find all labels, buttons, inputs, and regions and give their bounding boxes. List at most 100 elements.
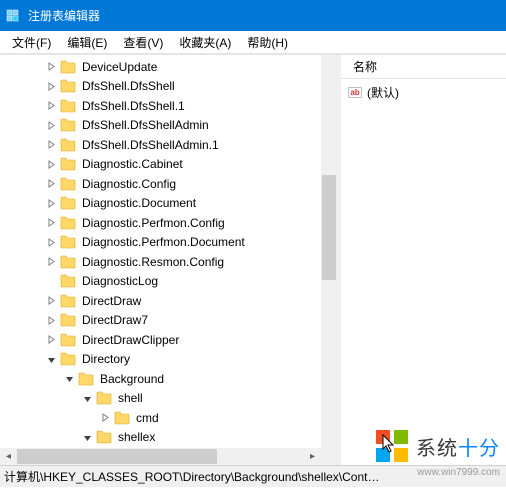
folder-icon bbox=[78, 372, 94, 386]
scroll-right-icon[interactable]: ▸ bbox=[304, 448, 321, 465]
status-path: 计算机\HKEY_CLASSES_ROOT\Directory\Backgrou… bbox=[4, 468, 379, 485]
tree-item-label: DeviceUpdate bbox=[80, 59, 159, 75]
tree-item[interactable]: Background bbox=[0, 369, 321, 389]
expand-icon[interactable] bbox=[44, 333, 58, 347]
list-item-default[interactable]: ab (默认) bbox=[347, 83, 500, 101]
expand-icon[interactable] bbox=[44, 157, 58, 171]
scrollbar-thumb[interactable] bbox=[322, 175, 336, 280]
tree-item[interactable]: DirectDraw bbox=[0, 291, 321, 311]
tree-item-label: DfsShell.DfsShellAdmin.1 bbox=[80, 137, 221, 153]
tree-item-label: Diagnostic.Perfmon.Document bbox=[80, 234, 247, 250]
expand-icon[interactable] bbox=[44, 79, 58, 93]
folder-icon bbox=[60, 313, 76, 327]
collapse-icon[interactable] bbox=[80, 430, 94, 444]
folder-icon bbox=[60, 352, 76, 366]
folder-icon bbox=[60, 235, 76, 249]
tree-item-label: shellex bbox=[116, 429, 157, 445]
tree-item-label: Diagnostic.Document bbox=[80, 195, 198, 211]
tree-item-label: DfsShell.DfsShell.1 bbox=[80, 98, 187, 114]
expand-icon[interactable] bbox=[44, 313, 58, 327]
list-pane: 名称 ab (默认) bbox=[341, 55, 506, 465]
value-name: (默认) bbox=[367, 84, 399, 101]
scrollbar-thumb-h[interactable] bbox=[17, 449, 217, 464]
tree-item-label: DfsShell.DfsShell bbox=[80, 78, 177, 94]
tree-item[interactable]: DfsShell.DfsShellAdmin bbox=[0, 116, 321, 136]
folder-icon bbox=[60, 255, 76, 269]
tree-item[interactable]: DfsShell.DfsShell.1 bbox=[0, 96, 321, 116]
tree-item-label: Diagnostic.Cabinet bbox=[80, 156, 185, 172]
expand-icon[interactable] bbox=[44, 294, 58, 308]
folder-icon bbox=[60, 157, 76, 171]
expand-icon[interactable] bbox=[44, 255, 58, 269]
expand-icon[interactable] bbox=[44, 177, 58, 191]
statusbar: 计算机\HKEY_CLASSES_ROOT\Directory\Backgrou… bbox=[0, 465, 506, 487]
tree-item[interactable]: Diagnostic.Config bbox=[0, 174, 321, 194]
folder-icon bbox=[60, 333, 76, 347]
expand-icon[interactable] bbox=[44, 60, 58, 74]
tree-item[interactable]: Diagnostic.Perfmon.Document bbox=[0, 233, 321, 253]
tree-item[interactable]: Diagnostic.Perfmon.Config bbox=[0, 213, 321, 233]
menubar: 文件(F) 编辑(E) 查看(V) 收藏夹(A) 帮助(H) bbox=[0, 31, 506, 54]
tree-item-label: DirectDraw bbox=[80, 293, 143, 309]
tree-item[interactable]: Diagnostic.Document bbox=[0, 194, 321, 214]
folder-icon bbox=[96, 391, 112, 405]
folder-icon bbox=[60, 196, 76, 210]
collapse-icon[interactable] bbox=[44, 352, 58, 366]
collapse-icon[interactable] bbox=[62, 372, 76, 386]
folder-icon bbox=[60, 118, 76, 132]
list-header[interactable]: 名称 bbox=[341, 55, 506, 79]
expand-icon[interactable] bbox=[44, 216, 58, 230]
folder-icon bbox=[60, 79, 76, 93]
tree-item-label: Directory bbox=[80, 351, 132, 367]
tree-item[interactable]: Diagnostic.Cabinet bbox=[0, 155, 321, 175]
menu-help[interactable]: 帮助(H) bbox=[239, 32, 296, 53]
folder-icon bbox=[60, 60, 76, 74]
expand-icon[interactable] bbox=[98, 411, 112, 425]
expand-icon[interactable] bbox=[44, 235, 58, 249]
tree-item[interactable]: Directory bbox=[0, 350, 321, 370]
expand-icon[interactable] bbox=[44, 118, 58, 132]
tree-pane: DeviceUpdate DfsShell.DfsShell DfsShell.Df… bbox=[0, 55, 337, 465]
tree-item[interactable]: DeviceUpdate bbox=[0, 57, 321, 77]
expand-icon[interactable] bbox=[44, 138, 58, 152]
collapse-icon[interactable] bbox=[80, 391, 94, 405]
window-title: 注册表编辑器 bbox=[28, 7, 100, 24]
tree-item[interactable]: DfsShell.DfsShell bbox=[0, 77, 321, 97]
folder-icon bbox=[60, 216, 76, 230]
tree-item-label: DfsShell.DfsShellAdmin bbox=[80, 117, 211, 133]
tree-horizontal-scrollbar[interactable]: ◂ ▸ bbox=[0, 448, 321, 465]
tree-item-label: Diagnostic.Config bbox=[80, 176, 178, 192]
content-area: DeviceUpdate DfsShell.DfsShell DfsShell.Df… bbox=[0, 54, 506, 465]
no-expand-icon bbox=[44, 274, 58, 288]
tree-item-label: DirectDraw7 bbox=[80, 312, 150, 328]
tree-item[interactable]: shell bbox=[0, 389, 321, 409]
menu-favorites[interactable]: 收藏夹(A) bbox=[171, 32, 239, 53]
tree-item-label: Background bbox=[98, 371, 166, 387]
expand-icon[interactable] bbox=[44, 99, 58, 113]
tree-item-label: cmd bbox=[134, 410, 161, 426]
column-name[interactable]: 名称 bbox=[347, 56, 383, 77]
tree-item-label: Diagnostic.Perfmon.Config bbox=[80, 215, 227, 231]
tree-item-label: DirectDrawClipper bbox=[80, 332, 181, 348]
tree-item[interactable]: DirectDraw7 bbox=[0, 311, 321, 331]
scroll-left-icon[interactable]: ◂ bbox=[0, 448, 17, 465]
folder-icon bbox=[96, 430, 112, 444]
tree-item[interactable]: DirectDrawClipper bbox=[0, 330, 321, 350]
tree-item-label: DiagnosticLog bbox=[80, 273, 160, 289]
menu-view[interactable]: 查看(V) bbox=[115, 32, 171, 53]
tree-item[interactable]: shellex bbox=[0, 428, 321, 448]
tree-item[interactable]: DfsShell.DfsShellAdmin.1 bbox=[0, 135, 321, 155]
registry-tree[interactable]: DeviceUpdate DfsShell.DfsShell DfsShell.Df… bbox=[0, 55, 321, 465]
tree-vertical-scrollbar[interactable] bbox=[321, 55, 337, 465]
tree-item[interactable]: Diagnostic.Resmon.Config bbox=[0, 252, 321, 272]
tree-item[interactable]: DiagnosticLog bbox=[0, 272, 321, 292]
menu-edit[interactable]: 编辑(E) bbox=[59, 32, 115, 53]
list-body[interactable]: ab (默认) bbox=[341, 79, 506, 105]
regedit-icon bbox=[6, 8, 22, 24]
folder-icon bbox=[60, 177, 76, 191]
tree-item[interactable]: cmd bbox=[0, 408, 321, 428]
string-value-icon: ab bbox=[347, 84, 363, 100]
menu-file[interactable]: 文件(F) bbox=[4, 32, 59, 53]
expand-icon[interactable] bbox=[44, 196, 58, 210]
folder-icon bbox=[114, 411, 130, 425]
